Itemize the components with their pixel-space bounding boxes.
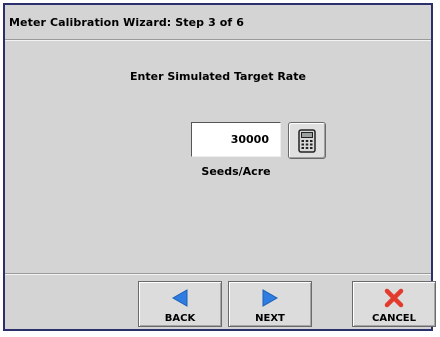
calculator-icon: [298, 128, 316, 153]
next-button-label: NEXT: [255, 313, 285, 324]
wizard-title: Meter Calibration Wizard: Step 3 of 6: [9, 16, 244, 29]
cancel-button-label: CANCEL: [372, 313, 416, 324]
arrow-left-icon: [171, 289, 188, 307]
wizard-window: Meter Calibration Wizard: Step 3 of 6 En…: [3, 3, 436, 331]
back-button[interactable]: BACK: [138, 281, 222, 327]
red-x-icon: [384, 288, 404, 308]
footer-divider: [5, 273, 431, 274]
wizard-header: Meter Calibration Wizard: Step 3 of 6: [5, 5, 431, 40]
arrow-right-icon: [262, 289, 279, 307]
target-rate-input[interactable]: 30000: [191, 122, 281, 157]
calculator-button[interactable]: [288, 122, 326, 159]
cancel-button[interactable]: CANCEL: [352, 281, 436, 327]
next-button[interactable]: NEXT: [228, 281, 312, 327]
back-button-label: BACK: [164, 313, 196, 324]
rate-prompt: Enter Simulated Target Rate: [130, 70, 306, 83]
rate-unit-label: Seeds/Acre: [201, 165, 271, 178]
